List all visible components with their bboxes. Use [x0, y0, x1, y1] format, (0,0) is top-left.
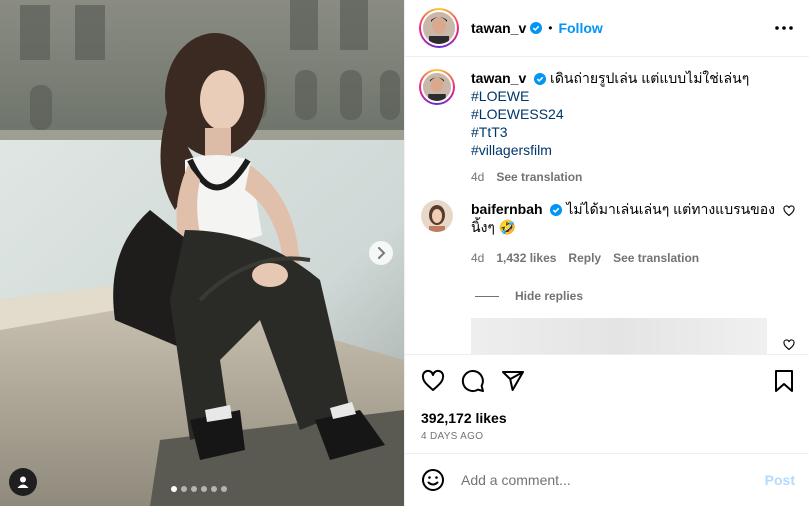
- carousel-indicator: [171, 486, 227, 492]
- commenter-avatar[interactable]: [421, 200, 453, 232]
- post-side-panel: tawan_v • Follow tawan_v เดินถ่ายรูปเล่น…: [404, 0, 809, 506]
- carousel-dot: [221, 486, 227, 492]
- add-comment-bar: Post: [405, 453, 809, 506]
- hashtag-link[interactable]: #TtT3: [471, 123, 795, 141]
- comment-item: baifernbah ไม่ได้มาเล่นเล่นๆ แต่ทางแบรนข…: [405, 186, 809, 267]
- hide-replies-button[interactable]: Hide replies: [475, 289, 809, 303]
- caption-text: เดินถ่ายรูปเล่น แต่แบบไม่ใช่เล่นๆ: [550, 70, 750, 86]
- heart-icon[interactable]: [783, 339, 795, 351]
- photo-image: [0, 0, 404, 506]
- verified-badge-icon: [530, 22, 543, 34]
- user-tag-icon: [17, 476, 29, 488]
- author-username[interactable]: tawan_v: [471, 20, 526, 36]
- heart-icon[interactable]: [783, 205, 795, 217]
- carousel-dot: [191, 486, 197, 492]
- loading-reply-placeholder: [471, 318, 767, 354]
- header-separator: •: [548, 21, 553, 35]
- hide-replies-label: Hide replies: [515, 289, 584, 303]
- post-date: 4 DAYS AGO: [421, 431, 484, 442]
- caption-username[interactable]: tawan_v: [471, 70, 526, 86]
- post-actions: 392,172 likes 4 DAYS AGO: [405, 354, 809, 442]
- carousel-dot: [171, 486, 177, 492]
- comment-age: 4d: [471, 251, 485, 265]
- post-photo[interactable]: [0, 0, 404, 506]
- like-count[interactable]: 392,172 likes: [421, 410, 795, 426]
- see-translation-button[interactable]: See translation: [496, 168, 582, 186]
- tagged-users-button[interactable]: [9, 468, 37, 496]
- commenter-username[interactable]: baifernbah: [471, 201, 543, 217]
- carousel-dot: [211, 486, 217, 492]
- comments-section[interactable]: tawan_v เดินถ่ายรูปเล่น แต่แบบไม่ใช่เล่น…: [405, 58, 809, 354]
- verified-badge-icon: [550, 204, 563, 216]
- follow-button[interactable]: Follow: [558, 20, 602, 36]
- hashtag-link[interactable]: #LOEWESS24: [471, 105, 795, 123]
- more-options-icon[interactable]: [775, 26, 793, 30]
- caption-avatar[interactable]: [419, 69, 455, 105]
- share-icon: [502, 371, 524, 391]
- chevron-right-icon: [378, 247, 386, 259]
- like-button[interactable]: [421, 369, 445, 393]
- caption-age: 4d: [471, 170, 485, 184]
- emoji-icon[interactable]: [421, 468, 445, 492]
- comment-input[interactable]: [461, 472, 765, 488]
- see-translation-button[interactable]: See translation: [613, 249, 699, 267]
- heart-icon: [421, 369, 445, 391]
- share-button[interactable]: [501, 369, 525, 393]
- hashtag-link[interactable]: #villagersfilm: [471, 141, 795, 159]
- reply-button[interactable]: Reply: [568, 249, 601, 267]
- verified-badge-icon: [534, 73, 547, 85]
- avatar-image: [421, 200, 453, 232]
- avatar-image: [423, 12, 455, 44]
- post-comment-button[interactable]: Post: [765, 472, 795, 488]
- post-header: tawan_v • Follow: [405, 0, 809, 57]
- comment-button[interactable]: [461, 369, 485, 393]
- author-avatar[interactable]: [419, 8, 459, 48]
- bookmark-icon: [775, 370, 793, 392]
- save-button[interactable]: [773, 369, 795, 393]
- divider: [475, 295, 499, 297]
- next-photo-button[interactable]: [369, 241, 393, 265]
- avatar-image: [423, 73, 451, 101]
- comment-icon: [461, 370, 484, 393]
- carousel-dot: [201, 486, 207, 492]
- hashtag-link[interactable]: #LOEWE: [471, 87, 795, 105]
- carousel-dot: [181, 486, 187, 492]
- comment-likes[interactable]: 1,432 likes: [496, 249, 556, 267]
- post-caption: tawan_v เดินถ่ายรูปเล่น แต่แบบไม่ใช่เล่น…: [405, 58, 809, 186]
